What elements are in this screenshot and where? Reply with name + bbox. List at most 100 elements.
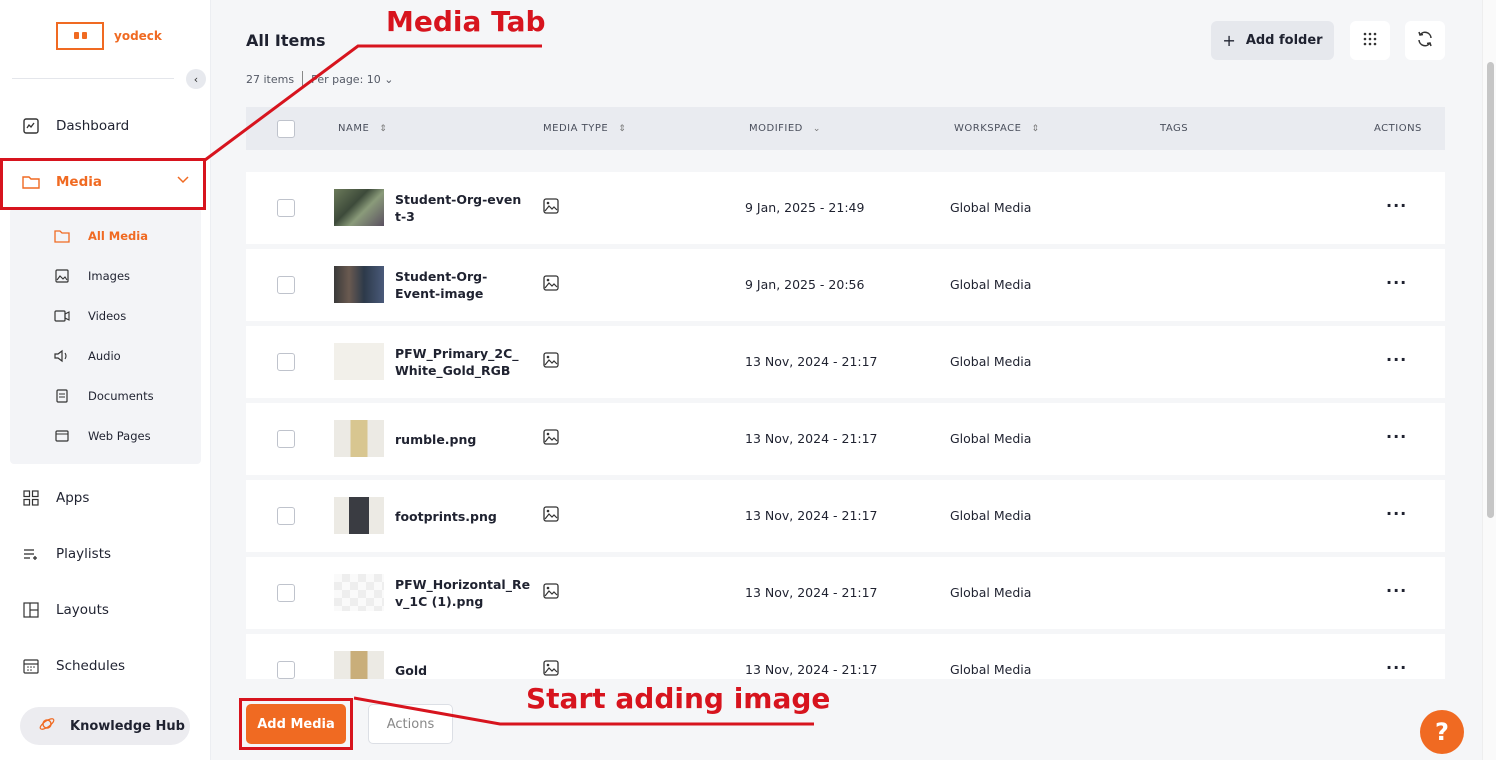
sidebar-item-schedules[interactable]: Schedules	[0, 643, 205, 689]
table-row[interactable]: Student-Org-Event-image 9 Jan, 2025 - 20…	[246, 249, 1445, 321]
per-page-selector[interactable]: Per page: 10 ⌄	[311, 73, 393, 86]
submenu-item-documents[interactable]: Documents	[54, 384, 154, 408]
submenu-item-web-pages[interactable]: Web Pages	[54, 424, 151, 448]
row-actions-button[interactable]: ···	[1386, 196, 1407, 215]
sort-icon: ⇕	[1031, 123, 1040, 134]
column-header-workspace[interactable]: WORKSPACE ⇕	[954, 123, 1040, 134]
submenu-item-videos[interactable]: Videos	[54, 304, 126, 328]
calendar-icon	[22, 657, 40, 675]
workspace: Global Media	[950, 354, 1032, 369]
scrollbar[interactable]	[1482, 0, 1496, 760]
modified-date: 13 Nov, 2024 - 21:17	[745, 508, 878, 523]
actions-button[interactable]: Actions	[368, 704, 453, 744]
image-icon	[543, 275, 559, 295]
row-actions-button[interactable]: ···	[1386, 350, 1407, 369]
workspace: Global Media	[950, 431, 1032, 446]
chevron-down-icon: ⌄	[812, 123, 821, 134]
sort-icon: ⇕	[379, 123, 388, 134]
logo-text: yodeck	[114, 29, 162, 43]
plus-icon: +	[1222, 31, 1236, 50]
media-name[interactable]: Student-Org-Event-image	[395, 249, 525, 321]
row-checkbox[interactable]	[277, 661, 295, 679]
submenu-item-audio[interactable]: Audio	[54, 344, 121, 368]
sidebar-item-label: Dashboard	[56, 118, 130, 134]
sidebar-divider	[12, 78, 174, 79]
modified-date: 9 Jan, 2025 - 20:56	[745, 277, 865, 292]
scrollbar-thumb[interactable]	[1487, 62, 1494, 518]
row-actions-button[interactable]: ···	[1386, 581, 1407, 600]
sidebar-item-playlists[interactable]: Playlists	[0, 531, 205, 577]
column-label: NAME	[338, 123, 370, 134]
workspace: Global Media	[950, 277, 1032, 292]
sidebar: yodeck ‹ Dashboard Media All Media Image…	[0, 0, 211, 760]
row-actions-button[interactable]: ···	[1386, 504, 1407, 523]
image-icon	[54, 268, 70, 284]
table-row[interactable]: Student-Org-even t-3 9 Jan, 2025 - 21:49…	[246, 172, 1445, 244]
rocket-icon	[38, 715, 56, 737]
sidebar-item-layouts[interactable]: Layouts	[0, 587, 205, 633]
column-label: TAGS	[1160, 123, 1189, 134]
row-actions-button[interactable]: ···	[1386, 273, 1407, 292]
document-icon	[54, 388, 70, 404]
select-all-checkbox[interactable]	[277, 119, 295, 138]
row-checkbox[interactable]	[277, 353, 295, 371]
media-name[interactable]: Student-Org-even t-3	[395, 172, 525, 244]
modified-date: 9 Jan, 2025 - 21:49	[745, 200, 865, 215]
main-content: All Items 27 items Per page: 10 ⌄ + Add …	[212, 0, 1482, 760]
submenu-item-all-media[interactable]: All Media	[54, 224, 148, 248]
start-adding-annotation: Start adding image	[526, 682, 831, 715]
submenu-item-label: Web Pages	[88, 429, 151, 443]
column-header-tags: TAGS	[1160, 123, 1188, 134]
media-tab-highlight-box	[0, 158, 206, 210]
table-row[interactable]: rumble.png 13 Nov, 2024 - 21:17 Global M…	[246, 403, 1445, 475]
submenu-item-images[interactable]: Images	[54, 264, 130, 288]
media-name[interactable]: PFW_Horizontal_Re v_1C (1).png	[395, 557, 530, 629]
add-folder-button[interactable]: + Add folder	[1211, 21, 1334, 60]
row-actions-button[interactable]: ···	[1386, 427, 1407, 446]
table-row[interactable]: footprints.png 13 Nov, 2024 - 21:17 Glob…	[246, 480, 1445, 552]
sidebar-item-label: Layouts	[56, 602, 109, 618]
column-header-modified[interactable]: MODIFIED ⌄	[749, 123, 821, 134]
modified-date: 13 Nov, 2024 - 21:17	[745, 662, 878, 677]
submenu-item-label: Images	[88, 269, 131, 283]
table-row[interactable]: PFW_Horizontal_Re v_1C (1).png 13 Nov, 2…	[246, 557, 1445, 629]
video-icon	[54, 308, 70, 324]
media-thumbnail	[334, 497, 384, 534]
modified-date: 13 Nov, 2024 - 21:17	[745, 354, 878, 369]
dashboard-icon	[22, 117, 40, 135]
sidebar-item-apps[interactable]: Apps	[0, 475, 205, 521]
image-icon	[543, 352, 559, 372]
folder-icon	[54, 228, 70, 244]
column-header-name[interactable]: NAME ⇕	[338, 123, 387, 134]
per-page-label: Per page:	[311, 72, 364, 86]
media-thumbnail	[334, 189, 384, 226]
media-thumbnail	[334, 574, 384, 611]
per-page-value: 10	[366, 72, 381, 86]
row-checkbox[interactable]	[277, 584, 295, 602]
refresh-button[interactable]	[1405, 21, 1445, 60]
media-name[interactable]: footprints.png	[395, 480, 525, 552]
speaker-icon	[54, 348, 70, 364]
row-checkbox[interactable]	[277, 199, 295, 217]
help-button[interactable]: ?	[1420, 710, 1464, 754]
page-title: All Items	[246, 31, 326, 50]
knowledge-hub-label: Knowledge Hub	[70, 718, 185, 734]
table-row[interactable]: PFW_Primary_2C_ White_Gold_RGB 13 Nov, 2…	[246, 326, 1445, 398]
sidebar-item-label: Playlists	[56, 546, 112, 562]
knowledge-hub-button[interactable]: Knowledge Hub	[20, 707, 190, 745]
media-name[interactable]: PFW_Primary_2C_ White_Gold_RGB	[395, 326, 525, 398]
collapse-sidebar-button[interactable]: ‹	[186, 69, 206, 89]
row-checkbox[interactable]	[277, 430, 295, 448]
yodeck-logo[interactable]: yodeck	[56, 22, 162, 50]
sidebar-item-dashboard[interactable]: Dashboard	[0, 103, 205, 149]
sidebar-item-label: Apps	[56, 490, 90, 506]
list-meta: 27 items Per page: 10 ⌄	[246, 71, 394, 87]
grid-view-button[interactable]	[1350, 21, 1390, 60]
column-label: ACTIONS	[1374, 123, 1422, 134]
row-actions-button[interactable]: ···	[1386, 658, 1407, 677]
media-name[interactable]: rumble.png	[395, 403, 525, 475]
row-checkbox[interactable]	[277, 507, 295, 525]
layout-icon	[22, 601, 40, 619]
row-checkbox[interactable]	[277, 276, 295, 294]
column-header-media-type[interactable]: MEDIA TYPE ⇕	[543, 123, 626, 134]
